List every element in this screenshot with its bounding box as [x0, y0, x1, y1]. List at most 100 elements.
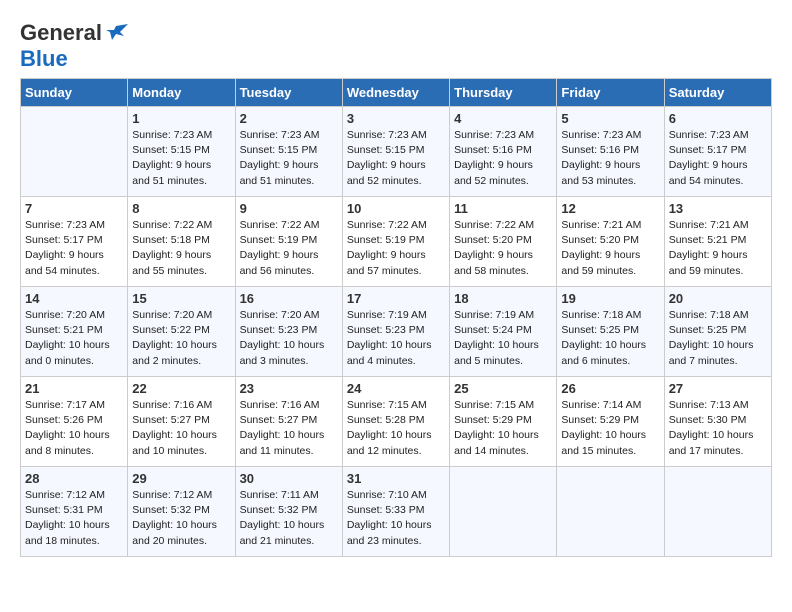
calendar-header-row: SundayMondayTuesdayWednesdayThursdayFrid… [21, 79, 772, 107]
day-number: 11 [454, 201, 552, 216]
day-number: 15 [132, 291, 230, 306]
day-number: 16 [240, 291, 338, 306]
day-info: Sunrise: 7:21 AM Sunset: 5:21 PM Dayligh… [669, 218, 767, 279]
calendar-cell: 15 Sunrise: 7:20 AM Sunset: 5:22 PM Dayli… [128, 287, 235, 377]
day-header-saturday: Saturday [664, 79, 771, 107]
day-info: Sunrise: 7:16 AM Sunset: 5:27 PM Dayligh… [240, 398, 338, 459]
day-header-thursday: Thursday [450, 79, 557, 107]
calendar-cell: 20 Sunrise: 7:18 AM Sunset: 5:25 PM Dayli… [664, 287, 771, 377]
calendar-week-row: 7 Sunrise: 7:23 AM Sunset: 5:17 PM Daylig… [21, 197, 772, 287]
logo-general: General [20, 20, 102, 46]
calendar-cell: 11 Sunrise: 7:22 AM Sunset: 5:20 PM Dayli… [450, 197, 557, 287]
day-number: 25 [454, 381, 552, 396]
calendar-week-row: 28 Sunrise: 7:12 AM Sunset: 5:31 PM Dayli… [21, 467, 772, 557]
calendar-week-row: 14 Sunrise: 7:20 AM Sunset: 5:21 PM Dayli… [21, 287, 772, 377]
day-info: Sunrise: 7:23 AM Sunset: 5:17 PM Dayligh… [669, 128, 767, 189]
calendar-cell: 14 Sunrise: 7:20 AM Sunset: 5:21 PM Dayli… [21, 287, 128, 377]
calendar-cell: 19 Sunrise: 7:18 AM Sunset: 5:25 PM Dayli… [557, 287, 664, 377]
logo-blue: Blue [20, 46, 68, 71]
calendar-cell: 9 Sunrise: 7:22 AM Sunset: 5:19 PM Daylig… [235, 197, 342, 287]
day-info: Sunrise: 7:11 AM Sunset: 5:32 PM Dayligh… [240, 488, 338, 549]
calendar-week-row: 1 Sunrise: 7:23 AM Sunset: 5:15 PM Daylig… [21, 107, 772, 197]
day-number: 2 [240, 111, 338, 126]
day-info: Sunrise: 7:10 AM Sunset: 5:33 PM Dayligh… [347, 488, 445, 549]
day-info: Sunrise: 7:22 AM Sunset: 5:18 PM Dayligh… [132, 218, 230, 279]
day-info: Sunrise: 7:13 AM Sunset: 5:30 PM Dayligh… [669, 398, 767, 459]
calendar-cell: 22 Sunrise: 7:16 AM Sunset: 5:27 PM Dayli… [128, 377, 235, 467]
day-info: Sunrise: 7:17 AM Sunset: 5:26 PM Dayligh… [25, 398, 123, 459]
day-number: 24 [347, 381, 445, 396]
day-number: 4 [454, 111, 552, 126]
day-info: Sunrise: 7:20 AM Sunset: 5:21 PM Dayligh… [25, 308, 123, 369]
calendar-cell: 17 Sunrise: 7:19 AM Sunset: 5:23 PM Dayli… [342, 287, 449, 377]
day-info: Sunrise: 7:19 AM Sunset: 5:24 PM Dayligh… [454, 308, 552, 369]
day-number: 17 [347, 291, 445, 306]
day-number: 1 [132, 111, 230, 126]
calendar-cell: 23 Sunrise: 7:16 AM Sunset: 5:27 PM Dayli… [235, 377, 342, 467]
calendar-cell [21, 107, 128, 197]
day-info: Sunrise: 7:18 AM Sunset: 5:25 PM Dayligh… [669, 308, 767, 369]
calendar-table: SundayMondayTuesdayWednesdayThursdayFrid… [20, 78, 772, 557]
day-number: 28 [25, 471, 123, 486]
calendar-cell: 28 Sunrise: 7:12 AM Sunset: 5:31 PM Dayli… [21, 467, 128, 557]
day-header-wednesday: Wednesday [342, 79, 449, 107]
calendar-cell: 26Sunrise: 7:14 AM Sunset: 5:29 PM Dayli… [557, 377, 664, 467]
calendar-body: 1 Sunrise: 7:23 AM Sunset: 5:15 PM Daylig… [21, 107, 772, 557]
day-number: 26 [561, 381, 659, 396]
day-number: 14 [25, 291, 123, 306]
day-number: 3 [347, 111, 445, 126]
day-info: Sunrise: 7:15 AM Sunset: 5:28 PM Dayligh… [347, 398, 445, 459]
day-number: 7 [25, 201, 123, 216]
day-info: Sunrise: 7:12 AM Sunset: 5:32 PM Dayligh… [132, 488, 230, 549]
day-header-sunday: Sunday [21, 79, 128, 107]
day-number: 9 [240, 201, 338, 216]
day-info: Sunrise: 7:23 AM Sunset: 5:15 PM Dayligh… [240, 128, 338, 189]
day-info: Sunrise: 7:19 AM Sunset: 5:23 PM Dayligh… [347, 308, 445, 369]
day-info: Sunrise: 7:22 AM Sunset: 5:20 PM Dayligh… [454, 218, 552, 279]
calendar-week-row: 21 Sunrise: 7:17 AM Sunset: 5:26 PM Dayli… [21, 377, 772, 467]
day-info: Sunrise: 7:23 AM Sunset: 5:15 PM Dayligh… [132, 128, 230, 189]
calendar-cell: 12 Sunrise: 7:21 AM Sunset: 5:20 PM Dayli… [557, 197, 664, 287]
day-number: 30 [240, 471, 338, 486]
day-info: Sunrise: 7:23 AM Sunset: 5:16 PM Dayligh… [561, 128, 659, 189]
day-number: 27 [669, 381, 767, 396]
day-info: Sunrise: 7:23 AM Sunset: 5:17 PM Dayligh… [25, 218, 123, 279]
day-info: Sunrise: 7:20 AM Sunset: 5:22 PM Dayligh… [132, 308, 230, 369]
day-number: 6 [669, 111, 767, 126]
day-number: 21 [25, 381, 123, 396]
day-number: 13 [669, 201, 767, 216]
calendar-cell: 10 Sunrise: 7:22 AM Sunset: 5:19 PM Dayli… [342, 197, 449, 287]
day-header-tuesday: Tuesday [235, 79, 342, 107]
calendar-cell: 30 Sunrise: 7:11 AM Sunset: 5:32 PM Dayli… [235, 467, 342, 557]
calendar-cell: 25 Sunrise: 7:15 AM Sunset: 5:29 PM Dayli… [450, 377, 557, 467]
calendar-cell: 27 Sunrise: 7:13 AM Sunset: 5:30 PM Dayli… [664, 377, 771, 467]
calendar-cell: 7 Sunrise: 7:23 AM Sunset: 5:17 PM Daylig… [21, 197, 128, 287]
day-info: Sunrise: 7:18 AM Sunset: 5:25 PM Dayligh… [561, 308, 659, 369]
day-info: Sunrise: 7:23 AM Sunset: 5:15 PM Dayligh… [347, 128, 445, 189]
day-info: Sunrise: 7:12 AM Sunset: 5:31 PM Dayligh… [25, 488, 123, 549]
calendar-cell: 5Sunrise: 7:23 AM Sunset: 5:16 PM Daylig… [557, 107, 664, 197]
day-number: 23 [240, 381, 338, 396]
calendar-cell: 31 Sunrise: 7:10 AM Sunset: 5:33 PM Dayli… [342, 467, 449, 557]
day-number: 31 [347, 471, 445, 486]
day-number: 20 [669, 291, 767, 306]
day-number: 18 [454, 291, 552, 306]
calendar-cell: 3 Sunrise: 7:23 AM Sunset: 5:15 PM Daylig… [342, 107, 449, 197]
day-info: Sunrise: 7:22 AM Sunset: 5:19 PM Dayligh… [240, 218, 338, 279]
day-info: Sunrise: 7:23 AM Sunset: 5:16 PM Dayligh… [454, 128, 552, 189]
calendar-cell: 8 Sunrise: 7:22 AM Sunset: 5:18 PM Daylig… [128, 197, 235, 287]
day-number: 8 [132, 201, 230, 216]
day-number: 22 [132, 381, 230, 396]
day-info: Sunrise: 7:21 AM Sunset: 5:20 PM Dayligh… [561, 218, 659, 279]
day-info: Sunrise: 7:15 AM Sunset: 5:29 PM Dayligh… [454, 398, 552, 459]
calendar-cell [450, 467, 557, 557]
calendar-cell: 13 Sunrise: 7:21 AM Sunset: 5:21 PM Dayli… [664, 197, 771, 287]
day-info: Sunrise: 7:22 AM Sunset: 5:19 PM Dayligh… [347, 218, 445, 279]
calendar-cell: 21 Sunrise: 7:17 AM Sunset: 5:26 PM Dayli… [21, 377, 128, 467]
day-number: 12 [561, 201, 659, 216]
day-number: 19 [561, 291, 659, 306]
calendar-cell: 6 Sunrise: 7:23 AM Sunset: 5:17 PM Daylig… [664, 107, 771, 197]
day-number: 10 [347, 201, 445, 216]
day-info: Sunrise: 7:16 AM Sunset: 5:27 PM Dayligh… [132, 398, 230, 459]
calendar-cell: 18 Sunrise: 7:19 AM Sunset: 5:24 PM Dayli… [450, 287, 557, 377]
